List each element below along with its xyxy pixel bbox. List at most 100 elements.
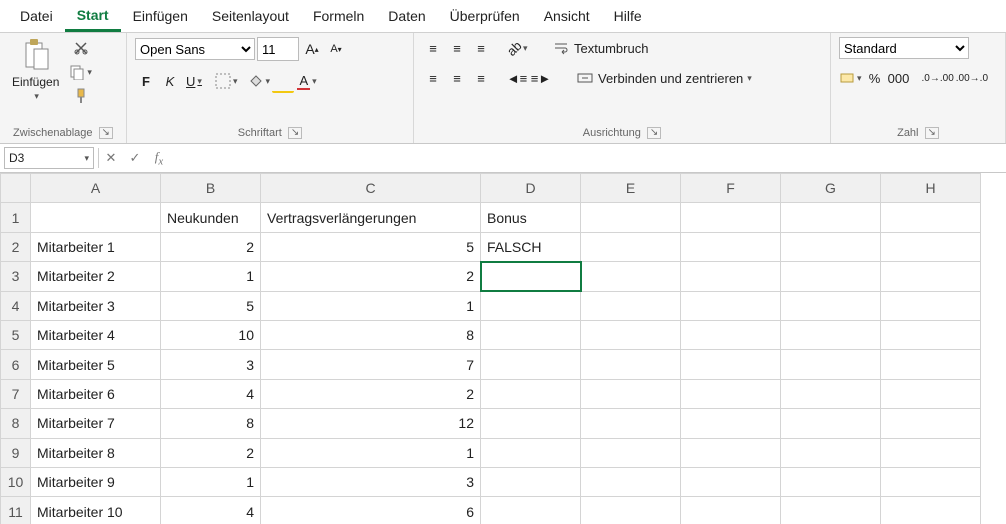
tab-formeln[interactable]: Formeln — [301, 2, 376, 30]
cell-D8[interactable] — [481, 409, 581, 438]
cell-H4[interactable] — [881, 291, 981, 320]
cell-G4[interactable] — [781, 291, 881, 320]
cell-B11[interactable]: 4 — [161, 497, 261, 524]
cell-C9[interactable]: 1 — [261, 438, 481, 467]
cell-D2[interactable]: FALSCH — [481, 232, 581, 261]
align-bottom-button[interactable]: ≡ — [470, 37, 492, 59]
cell-A9[interactable]: Mitarbeiter 8 — [31, 438, 161, 467]
row-header-1[interactable]: 1 — [1, 203, 31, 232]
cell-F10[interactable] — [681, 468, 781, 497]
cell-C5[interactable]: 8 — [261, 321, 481, 350]
row-header-7[interactable]: 7 — [1, 379, 31, 408]
row-header-6[interactable]: 6 — [1, 350, 31, 379]
cell-A3[interactable]: Mitarbeiter 2 — [31, 262, 161, 291]
row-header-4[interactable]: 4 — [1, 291, 31, 320]
italic-button[interactable]: K — [159, 70, 181, 92]
merge-label[interactable]: Verbinden und zentrieren — [598, 71, 743, 86]
tab-datei[interactable]: Datei — [8, 2, 65, 30]
col-header-D[interactable]: D — [481, 174, 581, 203]
cell-G9[interactable] — [781, 438, 881, 467]
tab-seitenlayout[interactable]: Seitenlayout — [200, 2, 301, 30]
cell-A2[interactable]: Mitarbeiter 1 — [31, 232, 161, 261]
font-size-input[interactable] — [257, 37, 299, 61]
cell-B4[interactable]: 5 — [161, 291, 261, 320]
cell-F4[interactable] — [681, 291, 781, 320]
row-header-10[interactable]: 10 — [1, 468, 31, 497]
percent-button[interactable]: % — [864, 67, 886, 89]
cell-D6[interactable] — [481, 350, 581, 379]
cell-H8[interactable] — [881, 409, 981, 438]
align-center-button[interactable]: ≡ — [446, 67, 468, 89]
cell-C10[interactable]: 3 — [261, 468, 481, 497]
format-painter-button[interactable] — [70, 85, 92, 107]
row-header-3[interactable]: 3 — [1, 262, 31, 291]
cell-G2[interactable] — [781, 232, 881, 261]
cell-C3[interactable]: 2 — [261, 262, 481, 291]
tab-ansicht[interactable]: Ansicht — [532, 2, 602, 30]
formula-input[interactable] — [171, 147, 1006, 169]
clipboard-launcher[interactable]: ↘ — [99, 127, 113, 139]
cell-A8[interactable]: Mitarbeiter 7 — [31, 409, 161, 438]
col-header-G[interactable]: G — [781, 174, 881, 203]
cell-A11[interactable]: Mitarbeiter 10 — [31, 497, 161, 524]
cell-B7[interactable]: 4 — [161, 379, 261, 408]
cell-C1[interactable]: Vertragsverlängerungen — [261, 203, 481, 232]
increase-font-button[interactable]: A▴ — [301, 38, 323, 60]
cell-D11[interactable] — [481, 497, 581, 524]
cell-F7[interactable] — [681, 379, 781, 408]
copy-button[interactable]: ▾ — [69, 61, 92, 83]
confirm-formula-button[interactable]: ✓ — [123, 150, 147, 166]
select-all-corner[interactable] — [1, 174, 31, 203]
row-header-9[interactable]: 9 — [1, 438, 31, 467]
cell-G8[interactable] — [781, 409, 881, 438]
paste-button[interactable]: Einfügen ▾ — [8, 37, 63, 104]
cut-button[interactable] — [70, 37, 92, 59]
increase-decimal-button[interactable]: .0→.00 — [922, 67, 954, 89]
cell-G7[interactable] — [781, 379, 881, 408]
merge-button[interactable] — [574, 67, 596, 89]
cell-F2[interactable] — [681, 232, 781, 261]
decrease-decimal-button[interactable]: .00→.0 — [956, 67, 988, 89]
cell-A4[interactable]: Mitarbeiter 3 — [31, 291, 161, 320]
cell-A7[interactable]: Mitarbeiter 6 — [31, 379, 161, 408]
align-launcher[interactable]: ↘ — [647, 127, 661, 139]
cell-H6[interactable] — [881, 350, 981, 379]
col-header-F[interactable]: F — [681, 174, 781, 203]
cell-B3[interactable]: 1 — [161, 262, 261, 291]
cell-B9[interactable]: 2 — [161, 438, 261, 467]
cell-C6[interactable]: 7 — [261, 350, 481, 379]
number-format-select[interactable]: Standard — [839, 37, 969, 59]
tab-hilfe[interactable]: Hilfe — [602, 2, 654, 30]
grid[interactable]: ABCDEFGH1NeukundenVertragsverlängerungen… — [0, 173, 981, 524]
cell-H7[interactable] — [881, 379, 981, 408]
cell-E6[interactable] — [581, 350, 681, 379]
tab-daten[interactable]: Daten — [376, 2, 437, 30]
cell-F8[interactable] — [681, 409, 781, 438]
cell-A6[interactable]: Mitarbeiter 5 — [31, 350, 161, 379]
cell-E10[interactable] — [581, 468, 681, 497]
cell-E2[interactable] — [581, 232, 681, 261]
cell-G6[interactable] — [781, 350, 881, 379]
font-launcher[interactable]: ↘ — [288, 127, 302, 139]
cell-E4[interactable] — [581, 291, 681, 320]
cell-E5[interactable] — [581, 321, 681, 350]
cell-G11[interactable] — [781, 497, 881, 524]
cell-H3[interactable] — [881, 262, 981, 291]
cell-C2[interactable]: 5 — [261, 232, 481, 261]
fill-color-swatch[interactable] — [272, 69, 294, 93]
tab-start[interactable]: Start — [65, 1, 121, 32]
cell-F1[interactable] — [681, 203, 781, 232]
cell-E1[interactable] — [581, 203, 681, 232]
cell-B1[interactable]: Neukunden — [161, 203, 261, 232]
row-header-5[interactable]: 5 — [1, 321, 31, 350]
cell-B6[interactable]: 3 — [161, 350, 261, 379]
cell-G5[interactable] — [781, 321, 881, 350]
thousand-button[interactable]: 000 — [888, 67, 910, 89]
col-header-B[interactable]: B — [161, 174, 261, 203]
cell-C7[interactable]: 2 — [261, 379, 481, 408]
cell-D1[interactable]: Bonus — [481, 203, 581, 232]
decrease-font-button[interactable]: A▾ — [325, 38, 347, 60]
cell-G1[interactable] — [781, 203, 881, 232]
cell-D10[interactable] — [481, 468, 581, 497]
cell-F9[interactable] — [681, 438, 781, 467]
